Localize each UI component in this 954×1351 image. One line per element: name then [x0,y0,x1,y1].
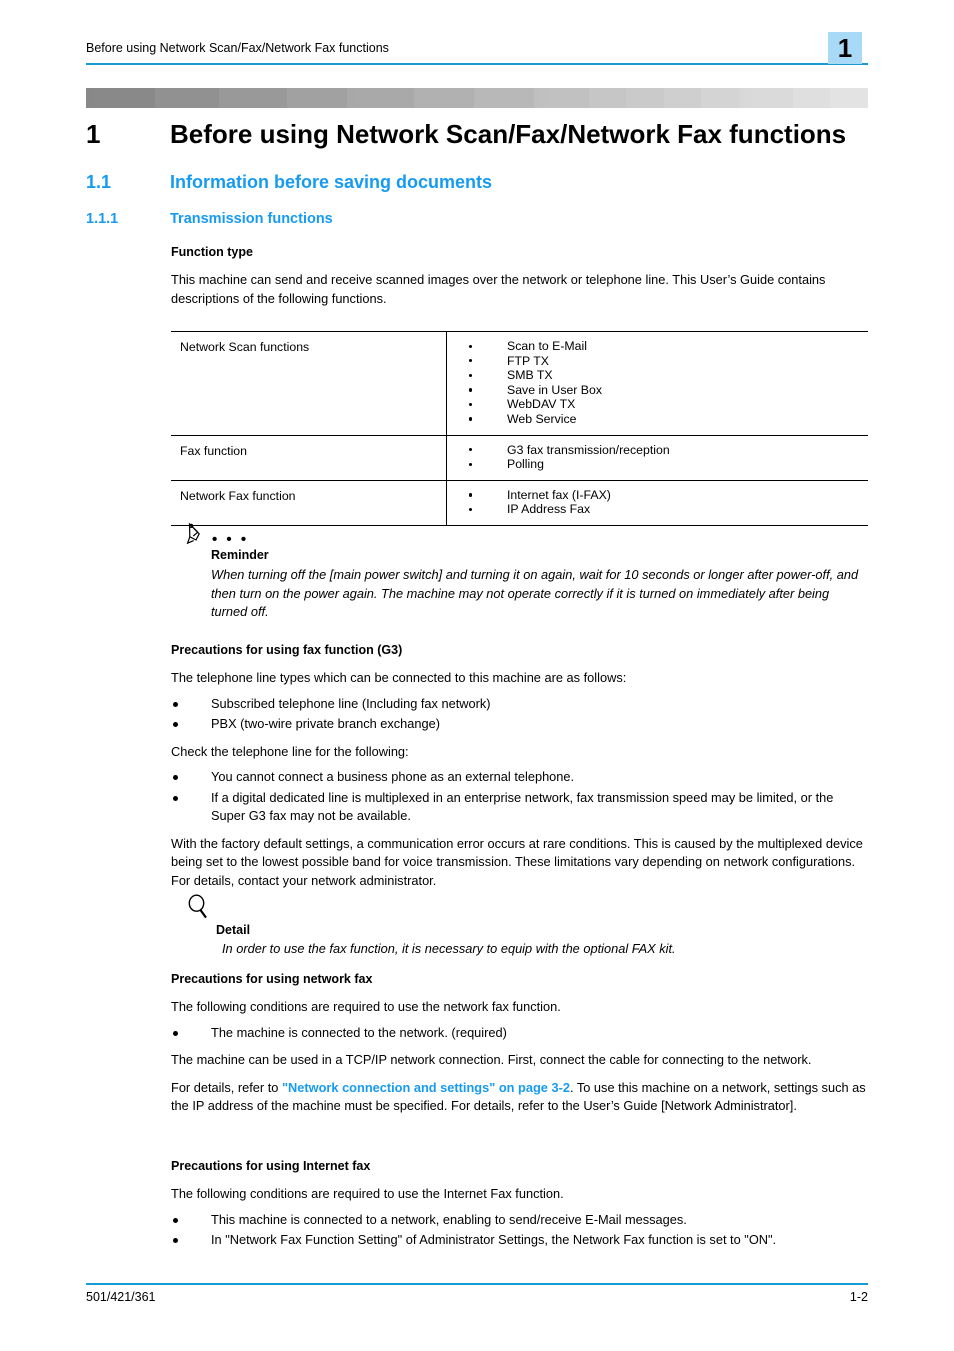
magnifier-icon [186,894,220,920]
network-fax-heading: Precautions for using network fax [171,972,373,986]
heading-2-title: Information before saving documents [170,172,493,192]
footer-model: 501/421/361 [86,1290,156,1304]
heading-3: 1.1.1 Transmission functions [86,209,886,231]
fax-g3-intro: The telephone line types which can be co… [171,670,627,685]
table-row-label: Fax function [171,435,447,480]
fax-g3-line-types: Subscribed telephone line (Including fax… [171,695,868,734]
heading-1: 1 Before using Network Scan/Fax/Network … [86,118,886,152]
list-item: Polling [447,457,862,472]
table-row-items: G3 fax transmission/reception Polling [447,436,868,480]
network-fax-para2: The machine can be used in a TCP/IP netw… [171,1052,812,1067]
heading-1-number: 1 [86,119,101,149]
header-rule [86,63,868,65]
table-row-items: Scan to E-Mail FTP TX SMB TX Save in User B… [447,332,868,435]
network-fax-para3-before: For details, refer to [171,1079,282,1095]
list-item: PBX (two-wire private branch exchange) [171,715,868,734]
running-header-title: Before using Network Scan/Fax/Network Fa… [86,41,389,55]
list-item: IP Address Fax [447,502,862,517]
chapter-decorative-bar [86,88,868,108]
function-type-intro: This machine can send and receive scanne… [171,272,826,306]
footer-rule [86,1283,868,1285]
heading-2: 1.1 Information before saving documents [86,170,886,196]
heading-3-title: Transmission functions [170,211,333,227]
document-page: Before using Network Scan/Fax/Network Fa… [0,0,954,1351]
list-item: SMB TX [447,368,862,383]
table-row: Network Scan functions Scan to E-Mail FTP … [171,332,868,436]
list-item: Web Service [447,412,862,427]
list-item: In "Network Fax Function Setting" of Adm… [171,1231,868,1250]
detail-title: Detail [216,923,251,937]
list-item: Scan to E-Mail [447,339,862,354]
list-item: Save in User Box [447,383,862,398]
heading-3-number: 1.1.1 [86,211,119,227]
table-row-label: Network Fax function [171,480,447,525]
list-item: If a digital dedicated line is multiplex… [171,789,868,826]
reminder-title: Reminder [211,548,269,562]
detail-body: In order to use the fax function, it is … [222,941,676,956]
list-item: This machine is connected to a network, … [171,1211,868,1230]
list-item: Internet fax (I-FAX) [447,488,862,503]
fax-g3-check-intro: Check the telephone line for the followi… [171,743,409,759]
fax-g3-heading: Precautions for using fax function (G3) [171,643,403,657]
list-item: The machine is connected to the network.… [171,1024,868,1043]
function-type-section: Function type This machine can send and … [171,244,868,308]
reminder-body: When turning off the [main power switch]… [211,567,859,619]
running-header: Before using Network Scan/Fax/Network Fa… [86,40,868,66]
chapter-tab-number: 1 [837,33,853,63]
table-row-label: Network Scan functions [171,332,447,435]
internet-fax-heading: Precautions for using Internet fax [171,1159,371,1173]
list-item: G3 fax transmission/reception [447,443,862,458]
network-fax-intro: The following conditions are required to… [171,999,561,1014]
heading-2-number: 1.1 [86,172,112,192]
list-item: Subscribed telephone line (Including fax… [171,695,868,714]
table-row: Network Fax function Internet fax (I-FAX)… [171,480,868,526]
note-dots: • • • [212,531,249,548]
fax-g3-checks: You cannot connect a business phone as a… [171,768,868,826]
function-type-heading: Function type [171,245,253,259]
list-item: You cannot connect a business phone as a… [171,768,868,787]
network-fax-bullets: The machine is connected to the network.… [171,1024,868,1043]
network-fax-section: Precautions for using network fax The fo… [171,971,868,1116]
fax-g3-closing: With the factory default settings, a com… [171,835,863,888]
list-item: WebDAV TX [447,397,862,412]
internet-fax-section: Precautions for using Internet fax The f… [171,1158,868,1252]
table-row-items: Internet fax (I-FAX) IP Address Fax [447,481,868,525]
cross-reference-link[interactable]: "Network connection and settings" on pag… [282,1080,570,1095]
internet-fax-intro: The following conditions are required to… [171,1186,564,1201]
heading-1-title: Before using Network Scan/Fax/Network Fa… [170,119,847,149]
list-item: FTP TX [447,354,862,369]
network-fax-para3: For details, refer to "Network connectio… [171,1079,868,1116]
fax-g3-section: Precautions for using fax function (G3) … [171,642,868,890]
function-table: Network Scan functions Scan to E-Mail FTP … [171,331,868,526]
table-row: Fax function G3 fax transmission/receptio… [171,435,868,481]
footer-page-number: 1-2 [849,1290,868,1304]
internet-fax-bullets: This machine is connected to a network, … [171,1211,868,1250]
